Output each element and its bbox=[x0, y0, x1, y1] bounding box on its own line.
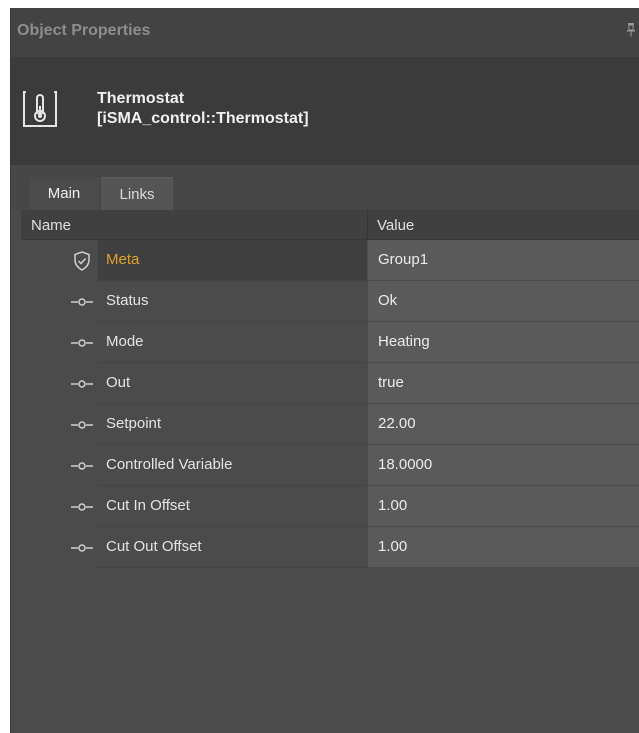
property-name-cell: Cut Out Offset bbox=[98, 527, 367, 568]
property-value: 22.00 bbox=[378, 415, 416, 432]
panel-title: Object Properties bbox=[17, 22, 151, 39]
row-icon-cell bbox=[21, 322, 98, 363]
row-icon-cell bbox=[21, 240, 98, 281]
slot-icon bbox=[71, 298, 93, 306]
property-grid: Name Value Meta Group1 Status Ok Mode He… bbox=[21, 210, 639, 733]
row-icon-cell bbox=[21, 445, 98, 486]
slot-icon bbox=[71, 339, 93, 347]
object-header: Thermostat [iSMA_control::Thermostat] bbox=[11, 57, 639, 165]
property-value-cell[interactable]: 1.00 bbox=[368, 527, 639, 568]
property-row-status[interactable]: Status Ok bbox=[21, 281, 639, 322]
property-name-cell: Cut In Offset bbox=[98, 486, 367, 527]
panel-titlebar: Object Properties bbox=[11, 8, 639, 57]
property-name: Out bbox=[106, 374, 131, 391]
property-name: Status bbox=[106, 292, 149, 309]
slot-icon bbox=[71, 462, 93, 470]
tab-main[interactable]: Main bbox=[29, 177, 99, 210]
property-row-controlled-variable[interactable]: Controlled Variable 18.0000 bbox=[21, 445, 639, 486]
row-icon-cell bbox=[21, 363, 98, 404]
property-value-cell[interactable]: Heating bbox=[368, 322, 639, 363]
slot-icon bbox=[71, 380, 93, 388]
property-value: 18.0000 bbox=[378, 456, 433, 473]
property-name-cell: Meta bbox=[98, 240, 367, 281]
property-row-mode[interactable]: Mode Heating bbox=[21, 322, 639, 363]
property-row-out[interactable]: Out true bbox=[21, 363, 639, 404]
slot-icon bbox=[71, 421, 93, 429]
slot-icon bbox=[71, 544, 93, 552]
property-row-meta[interactable]: Meta Group1 bbox=[21, 240, 639, 281]
column-divider[interactable] bbox=[367, 210, 368, 240]
property-name: Cut Out Offset bbox=[106, 538, 202, 555]
grid-column-header: Name Value bbox=[21, 210, 639, 240]
shield-icon bbox=[74, 251, 90, 271]
property-row-cut-out-offset[interactable]: Cut Out Offset 1.00 bbox=[21, 527, 639, 568]
object-type: [iSMA_control::Thermostat] bbox=[97, 110, 309, 127]
row-icon-cell bbox=[21, 527, 98, 568]
property-value-cell[interactable]: Group1 bbox=[368, 240, 639, 281]
object-properties-panel: Object Properties Thermostat [iSMA_contr… bbox=[10, 8, 639, 733]
column-header-name: Name bbox=[31, 217, 72, 234]
property-name-cell: Mode bbox=[98, 322, 367, 363]
property-value-cell[interactable]: 22.00 bbox=[368, 404, 639, 445]
property-value: Group1 bbox=[378, 251, 429, 268]
thermostat-icon bbox=[23, 91, 57, 127]
property-name: Controlled Variable bbox=[106, 456, 233, 473]
property-value-cell[interactable]: Ok bbox=[368, 281, 639, 322]
property-name: Cut In Offset bbox=[106, 497, 190, 514]
property-name: Mode bbox=[106, 333, 144, 350]
column-header-value: Value bbox=[377, 217, 415, 234]
object-name: Thermostat bbox=[97, 90, 185, 107]
property-value: Heating bbox=[378, 333, 430, 350]
property-name: Meta bbox=[106, 251, 140, 268]
property-value-cell[interactable]: true bbox=[368, 363, 639, 404]
row-icon-cell bbox=[21, 486, 98, 527]
property-value: 1.00 bbox=[378, 497, 408, 514]
grid-empty-area bbox=[21, 572, 639, 733]
row-icon-cell bbox=[21, 281, 98, 322]
property-value: true bbox=[378, 374, 404, 391]
slot-icon bbox=[71, 503, 93, 511]
property-value: 1.00 bbox=[378, 538, 408, 555]
property-name-cell: Status bbox=[98, 281, 367, 322]
property-name: Setpoint bbox=[106, 415, 162, 432]
property-name-cell: Controlled Variable bbox=[98, 445, 367, 486]
property-name-cell: Out bbox=[98, 363, 367, 404]
property-value-cell[interactable]: 18.0000 bbox=[368, 445, 639, 486]
property-value: Ok bbox=[378, 292, 398, 309]
tab-bar: Main Links bbox=[11, 165, 639, 210]
grid-left-gutter bbox=[11, 210, 21, 733]
pin-icon[interactable] bbox=[627, 23, 635, 37]
property-name-cell: Setpoint bbox=[98, 404, 367, 445]
property-value-cell[interactable]: 1.00 bbox=[368, 486, 639, 527]
row-icon-cell bbox=[21, 404, 98, 445]
tab-links[interactable]: Links bbox=[101, 177, 173, 210]
property-row-setpoint[interactable]: Setpoint 22.00 bbox=[21, 404, 639, 445]
property-row-cut-in-offset[interactable]: Cut In Offset 1.00 bbox=[21, 486, 639, 527]
